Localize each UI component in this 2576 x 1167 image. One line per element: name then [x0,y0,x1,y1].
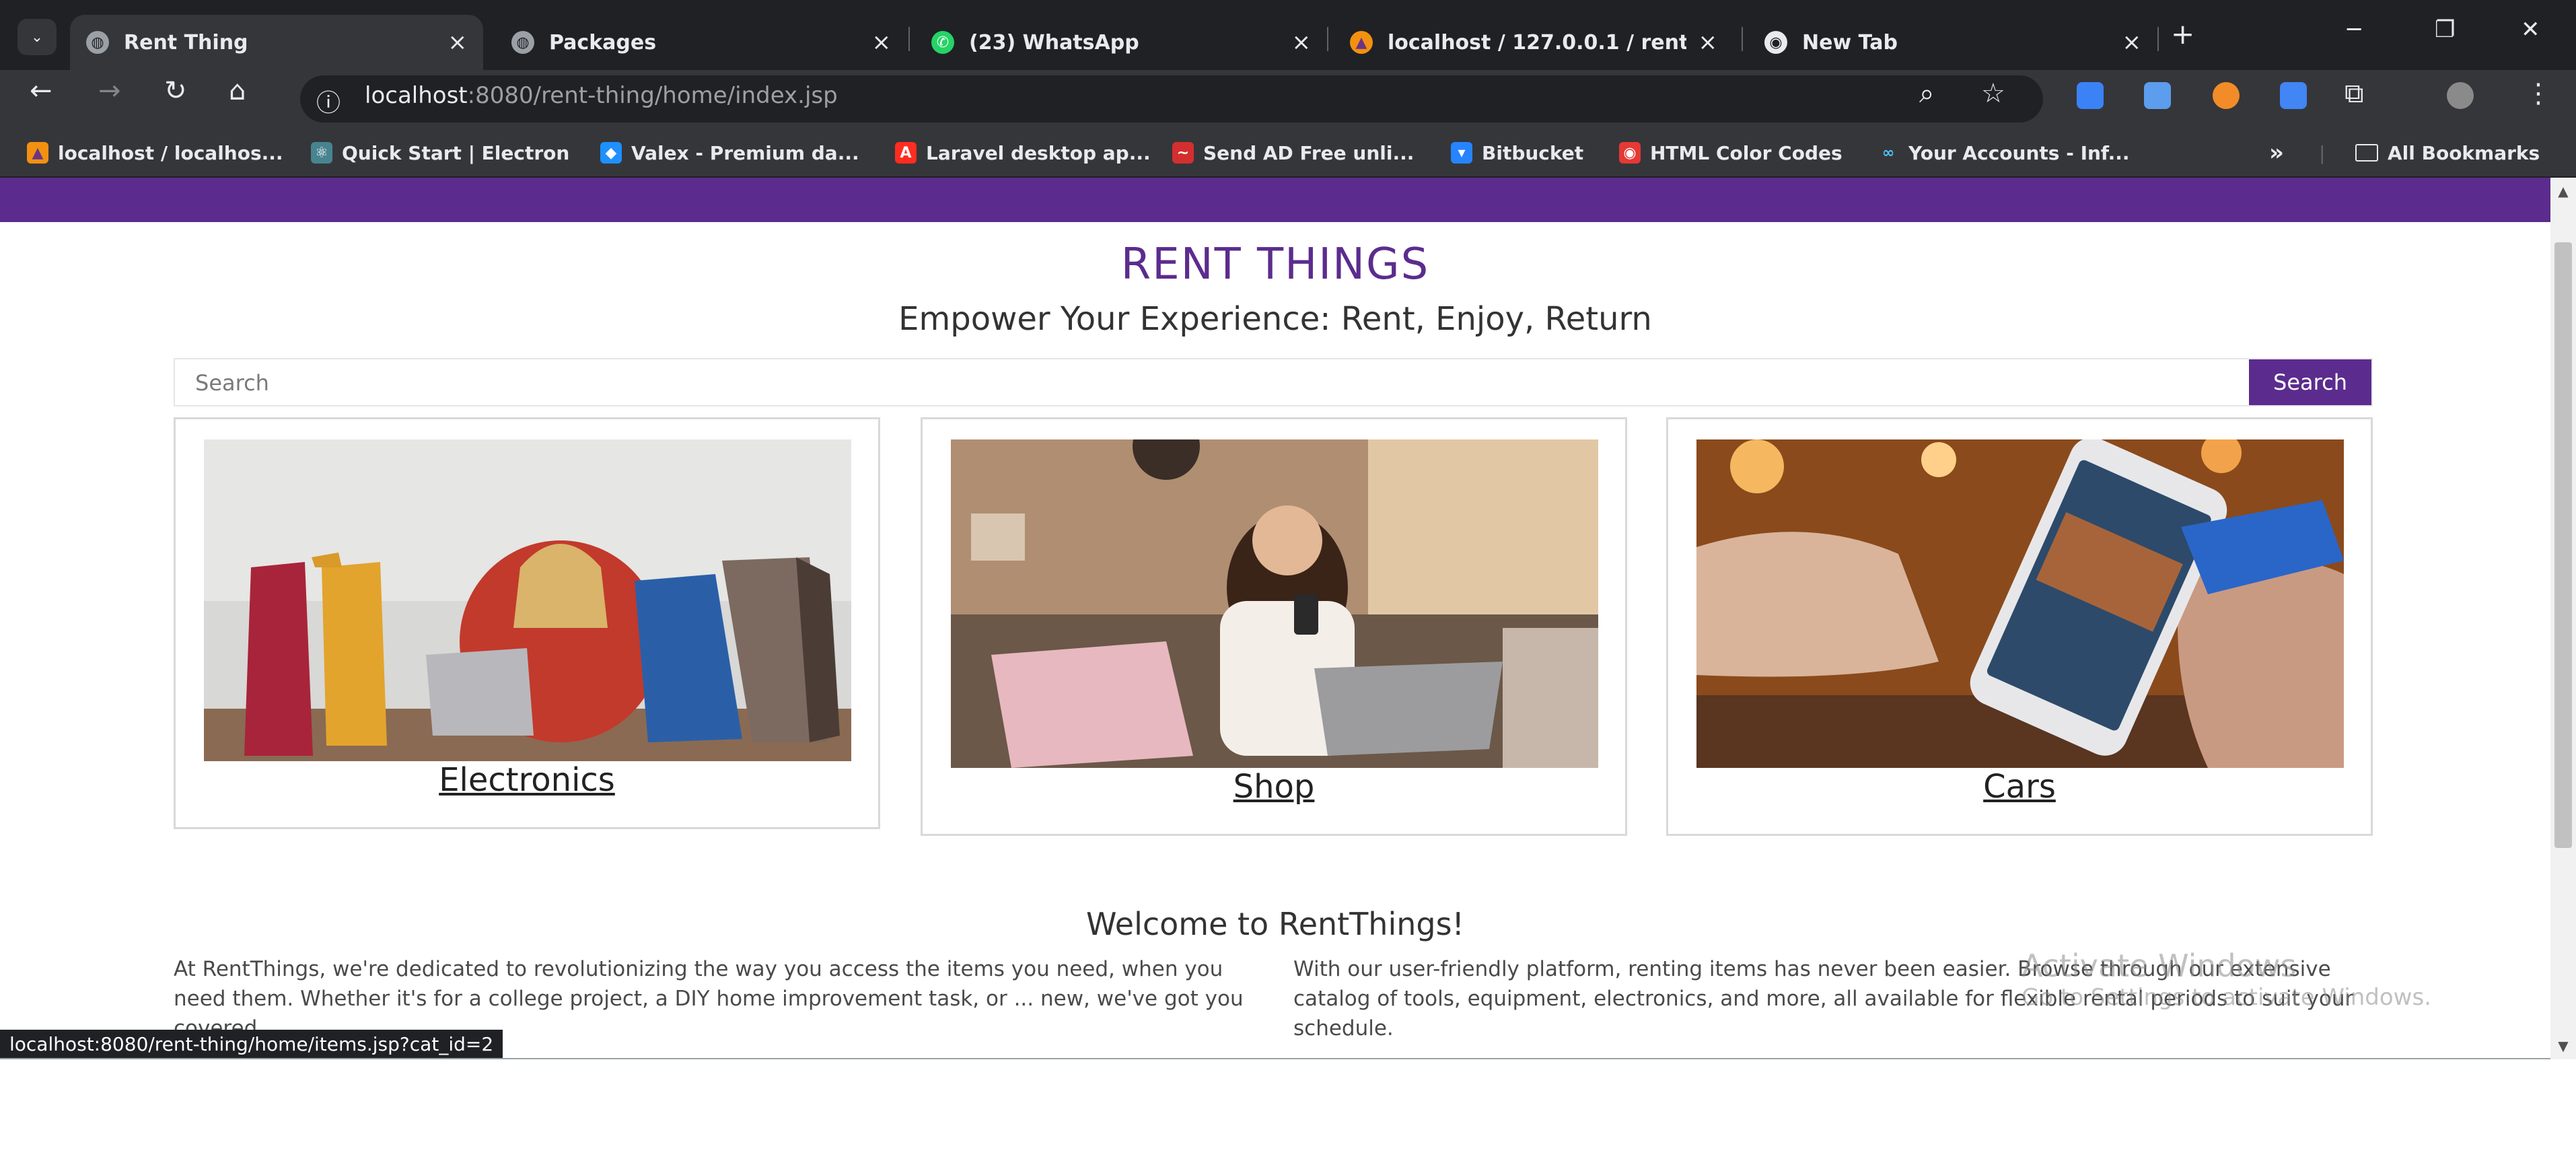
close-icon[interactable]: × [872,29,892,56]
bookmark-label: Send AD Free unli... [1203,141,1415,164]
bookmarks-divider: | [2319,141,2326,164]
category-image-shop[interactable] [951,439,1598,768]
bookmark-label: localhost / localhos... [58,141,283,164]
sendad-icon: ~ [1172,142,1194,164]
tab-label: Packages [549,30,657,55]
bookmark-label: Bitbucket [1482,141,1584,164]
category-link-cars[interactable]: Cars [1668,768,2371,806]
globe-icon: ◍ [511,31,534,54]
overflow-chevron-icon: » [2269,139,2284,166]
url-host: localhost [365,82,468,109]
extension-icon[interactable] [2280,82,2307,109]
phpmyadmin-icon: ▲ [27,142,48,164]
tab-packages[interactable]: ◍ Packages × [495,15,907,70]
profile-avatar[interactable] [2447,82,2474,109]
category-link-shop[interactable]: Shop [923,768,1625,806]
all-bookmarks-button[interactable]: All Bookmarks [2355,137,2540,168]
bookmark-item[interactable]: A Laravel desktop ap... [895,137,1151,168]
back-arrow-icon[interactable]: ← [30,75,52,106]
bookmark-item[interactable]: ⚛ Quick Start | Electron [311,137,569,168]
chrome-icon: ◉ [1764,31,1787,54]
bookmark-label: All Bookmarks [2388,141,2540,164]
extension-icon[interactable] [2213,82,2240,109]
category-image-cars[interactable] [1696,439,2344,768]
tab-search-button[interactable]: ⌄ [17,19,57,55]
url-path: :8080/rent-thing/home/index.jsp [467,82,838,109]
html-color-icon: ◉ [1619,142,1641,164]
tab-divider [1327,27,1328,51]
bitbucket-icon: ▾ [1451,142,1472,164]
category-card-cars[interactable]: Cars [1666,417,2373,836]
bookmark-item[interactable]: ∞ Your Accounts - Inf... [1877,137,2130,168]
electron-icon: ⚛ [311,142,332,164]
bookmarks-overflow-button[interactable]: » [2269,137,2284,168]
bookmark-item[interactable]: ▾ Bitbucket [1451,137,1583,168]
tab-label: (23) WhatsApp [969,30,1139,55]
viewport-bottom-border [0,1058,2550,1059]
tab-divider [1742,27,1743,51]
tab-label: localhost / 127.0.0.1 / rent_t [1388,30,1686,55]
kebab-menu-icon[interactable]: ⋮ [2525,78,2552,109]
home-icon[interactable]: ⌂ [229,75,246,106]
bookmark-item[interactable]: ~ Send AD Free unli... [1172,137,1414,168]
window-close-icon[interactable]: ✕ [2521,16,2540,43]
valex-icon: ◆ [600,142,622,164]
bookmark-label: Quick Start | Electron [342,141,570,164]
close-icon[interactable]: × [1698,29,1718,56]
category-card-shop[interactable]: Shop [921,417,1627,836]
bookmark-star-icon[interactable]: ☆ [1981,78,2005,109]
zoom-search-icon[interactable]: ⌕ [1919,78,1934,109]
bookmark-label: Valex - Premium da... [631,141,859,164]
globe-icon: ◍ [86,31,109,54]
site-title: RENT THINGS [1120,240,1430,289]
tab-label: New Tab [1802,30,1898,55]
tab-whatsapp[interactable]: ✆ (23) WhatsApp × [915,15,1327,70]
bookmark-item[interactable]: ◉ HTML Color Codes [1619,137,1842,168]
bookmark-label: Your Accounts - Inf... [1908,141,2130,164]
restore-icon[interactable]: ❐ [2435,16,2455,43]
tab-new-tab[interactable]: ◉ New Tab × [1748,15,2157,70]
category-image-electronics[interactable] [204,439,851,761]
extensions-puzzle-icon[interactable]: ⧉ [2345,78,2364,109]
extension-icon[interactable] [2144,82,2171,109]
search-input[interactable] [178,362,2244,404]
search-button[interactable]: Search [2249,359,2371,405]
tab-rent-thing[interactable]: ◍ Rent Thing × [70,15,483,70]
scroll-up-arrow-icon[interactable]: ▲ [2550,178,2576,205]
site-tagline: Empower Your Experience: Rent, Enjoy, Re… [898,300,1652,338]
scroll-down-arrow-icon[interactable]: ▼ [2550,1032,2576,1059]
bookmark-label: Laravel desktop ap... [926,141,1151,164]
status-bar-url: localhost:8080/rent-thing/home/items.jsp… [0,1030,503,1059]
close-icon[interactable]: × [1292,29,1312,56]
tab-divider [908,27,910,51]
site-navbar [0,178,2550,222]
tab-label: Rent Thing [124,30,248,55]
close-icon[interactable]: × [2122,29,2142,56]
close-icon[interactable]: × [448,29,468,56]
laravel-icon: A [895,142,917,164]
phpmyadmin-icon: ▲ [1350,31,1373,54]
infinity-icon: ∞ [1882,144,1895,162]
reload-icon[interactable]: ↻ [164,75,187,106]
scrollbar-thumb[interactable] [2554,242,2572,848]
tab-divider [2157,27,2159,51]
category-card-electronics[interactable]: Electronics [174,417,880,829]
forward-arrow-icon[interactable]: → [98,75,121,106]
whatsapp-icon: ✆ [931,31,954,54]
address-url[interactable]: localhost:8080/rent-thing/home/index.jsp [365,82,838,109]
bookmark-item[interactable]: ◆ Valex - Premium da... [600,137,859,168]
windows-activation-watermark: Activate Windows [2022,948,2297,984]
extension-icon[interactable] [2077,82,2104,109]
tab-phpmyadmin[interactable]: ▲ localhost / 127.0.0.1 / rent_t × [1334,15,1733,70]
bookmark-item[interactable]: ▲ localhost / localhos... [27,137,283,168]
welcome-heading: Welcome to RentThings! [1085,906,1465,942]
site-info-icon[interactable]: ⓘ [316,83,341,118]
new-tab-plus-icon[interactable]: + [2171,17,2194,50]
minimize-icon[interactable]: ─ [2347,16,2361,43]
folder-icon [2355,144,2378,162]
bookmark-label: HTML Color Codes [1650,141,1842,164]
category-link-electronics[interactable]: Electronics [176,761,878,799]
windows-activation-subtext: Go to Settings to activate Windows. [2022,984,2431,1011]
